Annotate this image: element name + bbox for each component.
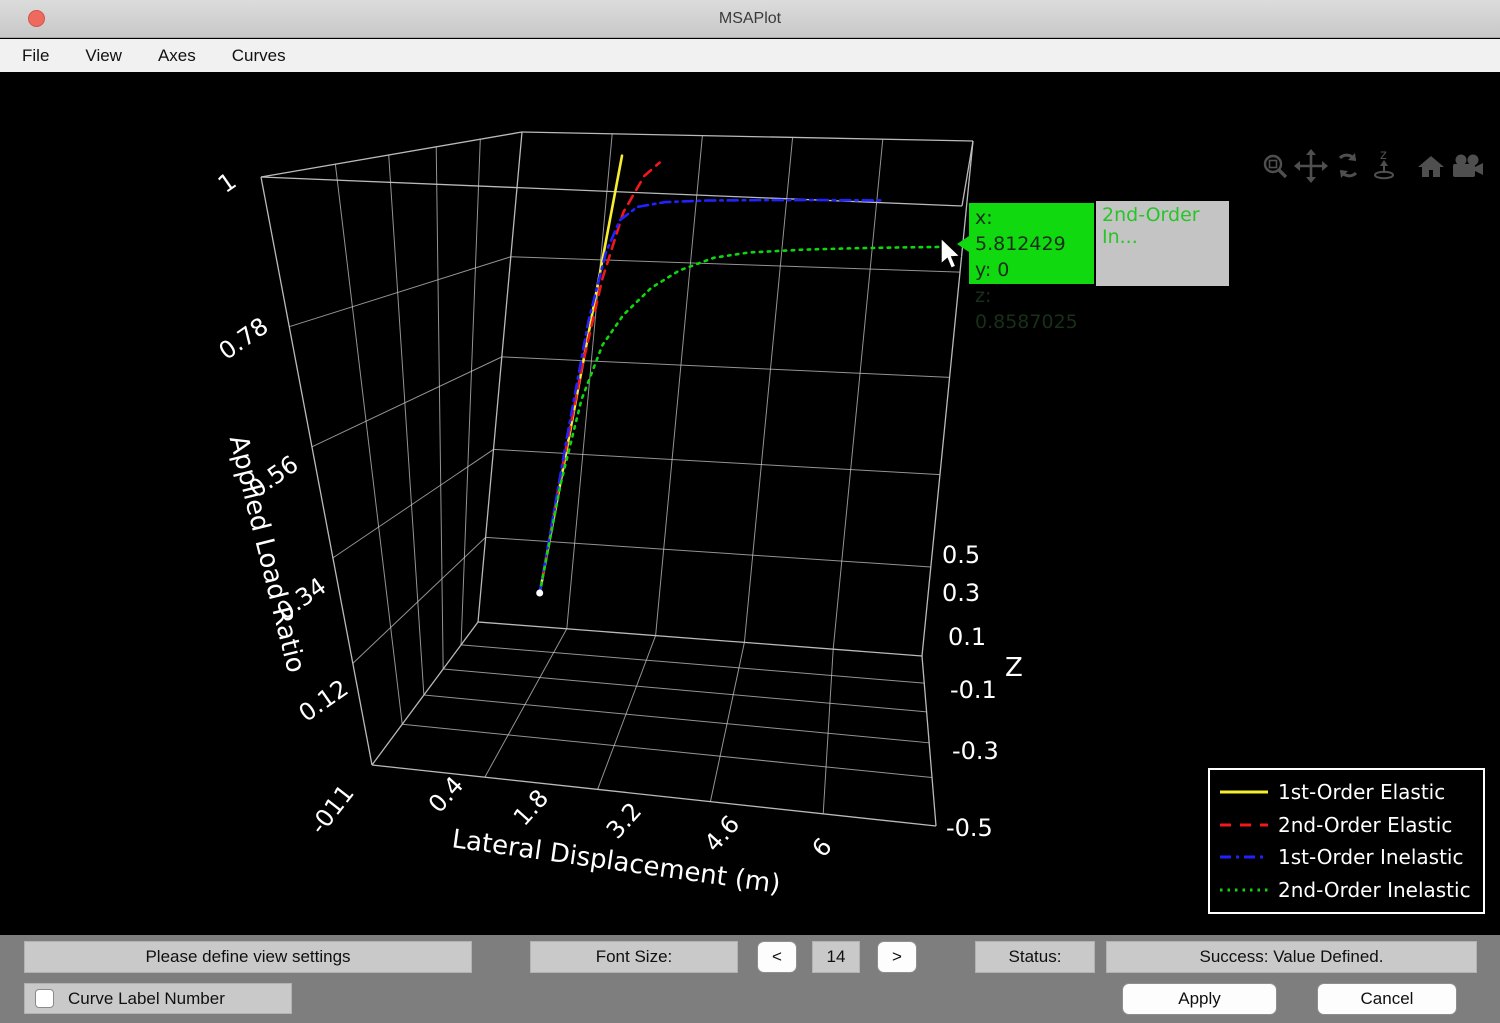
curve-label-number-checkbox[interactable] (35, 989, 54, 1008)
close-window-button[interactable] (28, 10, 45, 27)
font-size-value[interactable]: 14 (812, 941, 860, 973)
axis-tick-label: 4.6 (699, 810, 745, 857)
axis-tick-label: 3.2 (601, 797, 647, 844)
curve-dashed[interactable] (540, 163, 660, 593)
title-bar: MSAPlot (0, 0, 1500, 38)
legend-item: 1st-Order Inelastic (1220, 845, 1473, 869)
axis-tick-label: 1.8 (508, 784, 554, 831)
legend-line-dashed-icon (1220, 822, 1268, 828)
legend-label: 1st-Order Inelastic (1278, 845, 1463, 869)
home-icon[interactable] (1418, 156, 1444, 177)
font-size-increase-button[interactable]: > (877, 941, 917, 973)
legend-item: 1st-Order Elastic (1220, 780, 1473, 804)
axis-tick-label: -0.1 (950, 676, 997, 704)
axis-tick-label: 0.12 (294, 674, 354, 728)
axis-tick-label: -0.3 (952, 737, 999, 765)
rotate-orbit-icon[interactable] (1340, 153, 1356, 178)
axis-tick-label: 0.1 (948, 623, 986, 651)
legend-line-dashdot-icon (1220, 854, 1268, 860)
menu-axes[interactable]: Axes (158, 46, 196, 66)
curve-dotted[interactable] (540, 247, 945, 593)
spin-z-axis-icon[interactable]: z (1375, 148, 1393, 178)
axis-tick-label: -0.5 (946, 814, 993, 842)
axis-tick-label: 0.4 (423, 771, 469, 818)
camera-icon[interactable] (1453, 155, 1483, 178)
view-settings-box[interactable]: Please define view settings (24, 941, 472, 973)
menu-view[interactable]: View (85, 46, 122, 66)
axis-tick-label: -011 (304, 779, 360, 839)
apply-button[interactable]: Apply (1122, 983, 1277, 1015)
zoom-box-icon[interactable] (1265, 156, 1286, 177)
tooltip-z: z: 0.8587025 (975, 283, 1088, 335)
tooltip-series-name: 2nd-Order In... (1096, 201, 1229, 286)
menu-bar: File View Axes Curves (0, 39, 1500, 72)
plot-area[interactable]: 10.780.560.340.12-011Applied Load Ratio0… (0, 72, 1500, 935)
tooltip-y: y: 0 (975, 257, 1088, 283)
tooltip-pointer-icon (957, 236, 969, 252)
menu-curves[interactable]: Curves (232, 46, 286, 66)
curve-label-number-row: Curve Label Number (24, 983, 292, 1014)
axis-tick-label: 6 (807, 833, 838, 863)
axis-tick-label: 0.5 (942, 541, 980, 569)
curve-label-number-label: Curve Label Number (68, 989, 225, 1009)
legend-item: 2nd-Order Inelastic (1220, 878, 1473, 902)
legend-label: 1st-Order Elastic (1278, 780, 1445, 804)
axis-tick-label: 0.3 (942, 579, 980, 607)
legend-line-solid-icon (1220, 789, 1268, 795)
window-title: MSAPlot (719, 10, 781, 28)
legend-line-dotted-icon (1220, 887, 1268, 893)
status-value: Success: Value Defined. (1106, 941, 1477, 973)
legend-label: 2nd-Order Elastic (1278, 813, 1452, 837)
pan-icon[interactable] (1294, 149, 1328, 183)
legend-item: 2nd-Order Elastic (1220, 813, 1473, 837)
cancel-button[interactable]: Cancel (1317, 983, 1457, 1015)
z-axis-title: Z (1005, 653, 1023, 683)
status-bar: Please define view settings Font Size: <… (0, 935, 1500, 1023)
status-label: Status: (975, 941, 1095, 973)
font-size-decrease-button[interactable]: < (757, 941, 797, 973)
data-tooltip: x: 5.812429 y: 0 z: 0.8587025 (969, 203, 1094, 284)
font-size-label: Font Size: (530, 941, 738, 973)
plot-legend: 1st-Order Elastic 2nd-Order Elastic 1st-… (1208, 768, 1485, 914)
tooltip-x: x: 5.812429 (975, 205, 1088, 257)
menu-file[interactable]: File (22, 46, 49, 66)
curve-start-marker (536, 590, 543, 597)
legend-label: 2nd-Order Inelastic (1278, 878, 1471, 902)
msaplot-window: MSAPlot File View Axes Curves 1 0.78 0.5 6 0… (0, 0, 1500, 1023)
axis-tick-label: 0.78 (214, 312, 274, 366)
axis-tick-label: 1 (213, 167, 242, 199)
